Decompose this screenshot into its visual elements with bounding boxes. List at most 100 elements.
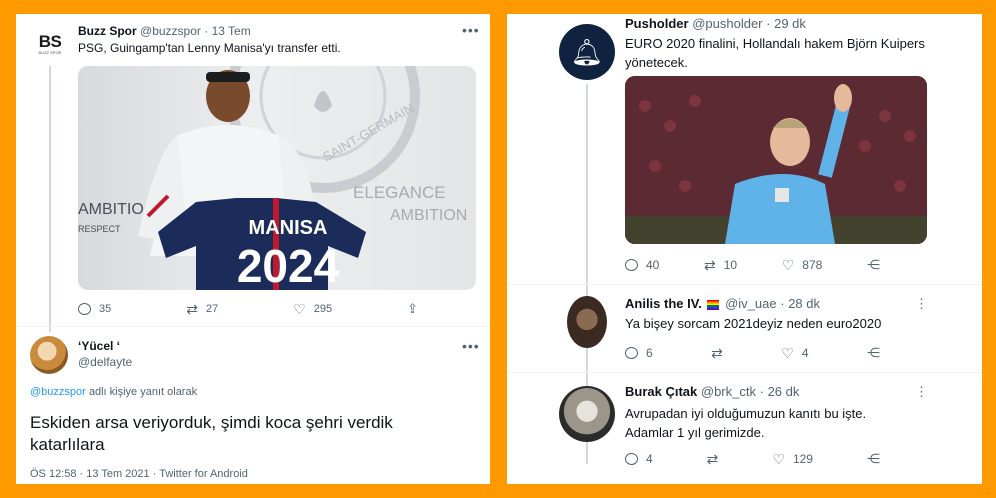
share-button[interactable]: ⇪ bbox=[407, 302, 418, 316]
share-button[interactable]: ⋲ bbox=[867, 452, 880, 466]
author-handle[interactable]: @pusholder bbox=[692, 16, 762, 31]
share-icon: ⋲ bbox=[866, 451, 880, 466]
divider bbox=[16, 326, 490, 327]
reply-icon bbox=[625, 259, 638, 271]
reply-count: 35 bbox=[99, 303, 112, 315]
retweet-button[interactable]: ⇄ 27 bbox=[186, 302, 218, 316]
rainbow-flag-icon bbox=[707, 299, 720, 310]
reply-author-handle[interactable]: @iv_uae bbox=[725, 296, 777, 311]
reply-author-handle[interactable]: @delfayte bbox=[78, 355, 132, 369]
bg-word-ambition: AMBITION bbox=[390, 207, 467, 224]
reply-author-handle[interactable]: @brk_ctk bbox=[701, 384, 756, 399]
like-button[interactable]: ♡ 878 bbox=[782, 258, 823, 272]
like-count: 129 bbox=[792, 452, 813, 466]
like-count: 878 bbox=[802, 258, 823, 272]
tweet-time[interactable]: 29 dk bbox=[774, 16, 806, 31]
tweet-photo[interactable]: SAINT-GERMAIN AMBITIO RESPECT ELEGANCE A… bbox=[78, 66, 476, 290]
shirt-name: MANISA bbox=[249, 217, 328, 239]
reply-author-name[interactable]: Burak Çıtak bbox=[625, 384, 697, 399]
like-count: 295 bbox=[313, 303, 333, 315]
tweet-text: PSG, Guingamp'tan Lenny Manisa'yı transf… bbox=[78, 41, 341, 55]
reply-actions: 6 ⇄ ♡ 4 ⋲ bbox=[625, 346, 880, 360]
bg-word-respect: RESPECT bbox=[78, 224, 121, 234]
retweet-button[interactable]: ⇄ bbox=[707, 452, 719, 466]
more-icon[interactable]: ⋮ bbox=[915, 384, 928, 400]
tweet-header: Buzz Spor @buzzspor · 13 Tem bbox=[78, 24, 251, 38]
reply-header: Burak Çıtak @brk_ctk · 26 dk bbox=[625, 384, 800, 399]
bg-word-elegance: ELEGANCE bbox=[353, 183, 446, 202]
anilis-avatar[interactable] bbox=[567, 296, 607, 348]
reply-count: 40 bbox=[646, 258, 660, 272]
replying-to: @buzzspor adlı kişiye yanıt olarak bbox=[30, 386, 197, 398]
bg-word-saint-germain: SAINT-GERMAIN bbox=[320, 100, 416, 164]
more-icon[interactable]: ••• bbox=[462, 22, 480, 38]
reply-author-name[interactable]: ʻYücel ʻ bbox=[78, 339, 120, 353]
like-count: 4 bbox=[801, 346, 809, 360]
like-button[interactable]: ♡ 129 bbox=[772, 452, 813, 466]
bell-icon: 🔔︎ bbox=[570, 36, 604, 67]
replying-to-suffix: adlı kişiye yanıt olarak bbox=[88, 386, 198, 398]
reply-actions: 4 ⇄ ♡ 129 ⋲ bbox=[625, 452, 880, 466]
tweet-actions: 35 ⇄ 27 ♡ 295 ⇪ bbox=[78, 302, 418, 316]
yucel-avatar[interactable] bbox=[30, 336, 68, 374]
reply-button[interactable]: 35 bbox=[78, 303, 111, 315]
more-icon[interactable]: ••• bbox=[462, 338, 480, 354]
author-handle[interactable]: @buzzspor bbox=[140, 24, 201, 38]
tweet-header: Pusholder @pusholder · 29 dk bbox=[625, 16, 806, 31]
heart-icon: ♡ bbox=[781, 345, 794, 361]
photo-illustration: SAINT-GERMAIN AMBITIO RESPECT ELEGANCE A… bbox=[78, 66, 467, 290]
divider bbox=[507, 284, 982, 285]
tweet-text: EURO 2020 finalini, Hollandalı hakem Bjö… bbox=[625, 36, 925, 70]
reply-tweet-text: Eskiden arsa veriyorduk, şimdi koca şehr… bbox=[30, 413, 393, 454]
photo-illustration bbox=[625, 76, 927, 244]
reply-text: Avrupadan iyi olduğumuzun kanıtı bu işte… bbox=[625, 406, 867, 440]
reply-icon bbox=[625, 347, 638, 359]
share-icon: ⋲ bbox=[866, 257, 880, 272]
divider bbox=[507, 372, 982, 373]
retweet-button[interactable]: ⇄ 10 bbox=[704, 258, 737, 272]
heart-icon: ♡ bbox=[293, 301, 306, 317]
tweet-time[interactable]: 13 Tem bbox=[212, 24, 251, 38]
pusholder-avatar[interactable]: 🔔︎ bbox=[559, 24, 615, 80]
buzzspor-avatar[interactable]: BS BUZZ SPOR bbox=[32, 26, 68, 62]
more-icon[interactable]: ⋮ bbox=[915, 296, 928, 312]
reply-author-name[interactable]: Anilis the IV. bbox=[625, 296, 702, 311]
reply-button[interactable]: 4 bbox=[625, 452, 653, 466]
reply-count: 6 bbox=[646, 346, 653, 360]
reply-header: Anilis the IV. @iv_uae · 28 dk bbox=[625, 296, 820, 311]
retweet-count: 10 bbox=[723, 258, 738, 272]
reply-icon bbox=[625, 453, 638, 465]
reply-time[interactable]: 26 dk bbox=[768, 384, 800, 399]
share-icon: ⇪ bbox=[407, 301, 418, 316]
tweet-meta: ÖS 12:58 · 13 Tem 2021 · Twitter for And… bbox=[30, 468, 248, 480]
like-button[interactable]: ♡ 295 bbox=[293, 302, 332, 316]
thread-line bbox=[49, 66, 51, 332]
author-name[interactable]: Pusholder bbox=[625, 16, 689, 31]
retweet-count: 27 bbox=[205, 303, 219, 315]
reply-button[interactable]: 6 bbox=[625, 346, 653, 360]
retweet-button[interactable]: ⇄ bbox=[711, 346, 723, 360]
shirt-number: 2024 bbox=[237, 240, 340, 290]
retweet-icon: ⇄ bbox=[706, 451, 719, 467]
heart-icon: ♡ bbox=[781, 257, 795, 273]
reply-button[interactable]: 40 bbox=[625, 258, 659, 272]
retweet-icon: ⇄ bbox=[704, 257, 716, 273]
burak-avatar[interactable] bbox=[559, 386, 615, 442]
retweet-icon: ⇄ bbox=[186, 301, 198, 317]
share-button[interactable]: ⋲ bbox=[867, 346, 880, 360]
tweet-photo[interactable] bbox=[625, 76, 927, 244]
share-button[interactable]: ⋲ bbox=[867, 258, 880, 272]
share-icon: ⋲ bbox=[866, 345, 880, 360]
author-name[interactable]: Buzz Spor bbox=[78, 24, 137, 38]
replying-to-link[interactable]: @buzzspor bbox=[30, 386, 86, 398]
bg-word-ambitio: AMBITIO bbox=[78, 201, 144, 218]
reply-time[interactable]: 28 dk bbox=[788, 296, 820, 311]
heart-icon: ♡ bbox=[772, 451, 785, 467]
left-screenshot: BS BUZZ SPOR Buzz Spor @buzzspor · 13 Te… bbox=[16, 14, 490, 484]
like-button[interactable]: ♡ 4 bbox=[781, 346, 808, 360]
retweet-icon: ⇄ bbox=[711, 345, 723, 361]
avatar-logo-text: BS bbox=[38, 31, 62, 51]
reply-text: Ya bişey sorcam 2021deyiz neden euro2020 bbox=[625, 316, 882, 331]
reply-icon bbox=[78, 303, 91, 315]
tweet-actions: 40 ⇄ 10 ♡ 878 ⋲ bbox=[625, 258, 880, 272]
